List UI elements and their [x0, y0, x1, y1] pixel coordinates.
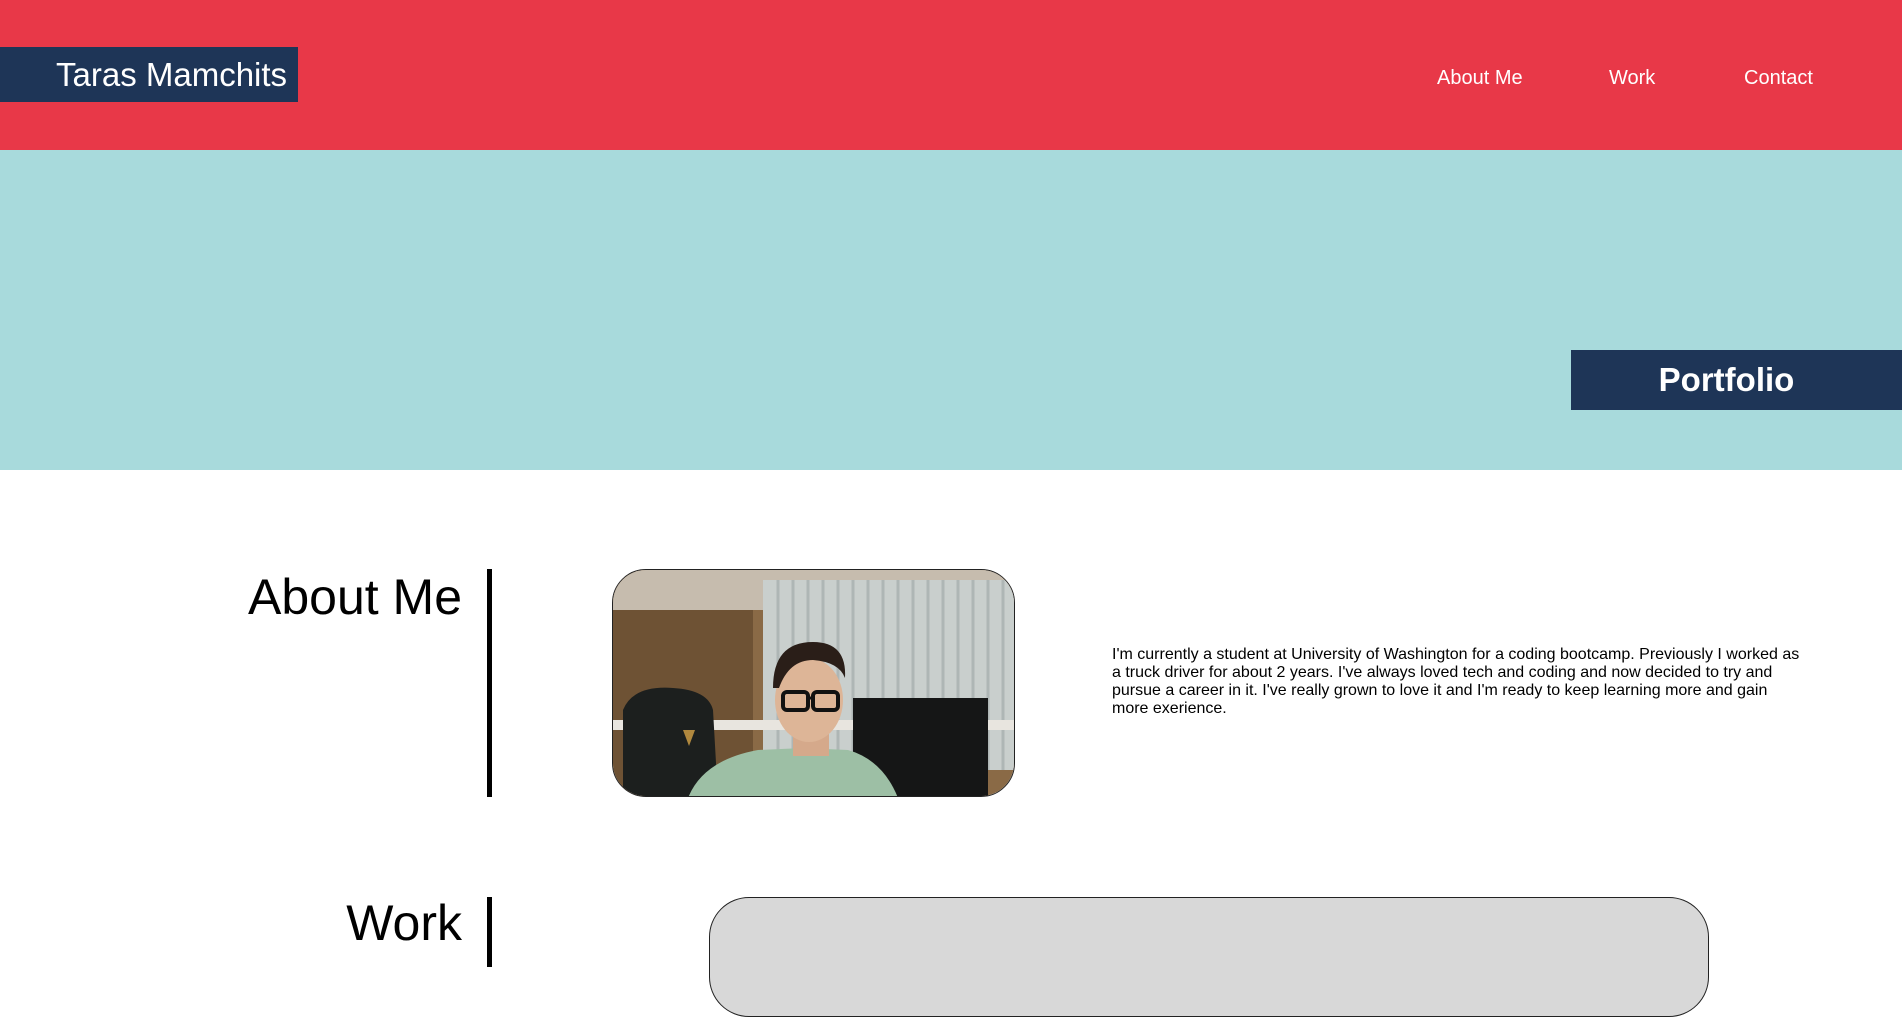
work-divider [487, 897, 492, 967]
nav-link-contact[interactable]: Contact [1744, 64, 1813, 92]
about-heading: About Me [247, 569, 462, 625]
site-title[interactable]: Taras Mamchits [0, 47, 298, 102]
site-header: Taras Mamchits About Me Work Contact [0, 0, 1902, 150]
about-divider [487, 569, 492, 797]
nav-link-about-me[interactable]: About Me [1437, 64, 1523, 92]
profile-photo [612, 569, 1015, 797]
work-heading: Work [346, 895, 462, 951]
nav-link-work[interactable]: Work [1609, 64, 1655, 92]
about-description: I'm currently a student at University of… [1112, 646, 1800, 717]
hero-portfolio-label: Portfolio [1571, 350, 1902, 410]
work-project-card[interactable] [709, 897, 1709, 1017]
hero-banner: Portfolio [0, 150, 1902, 470]
